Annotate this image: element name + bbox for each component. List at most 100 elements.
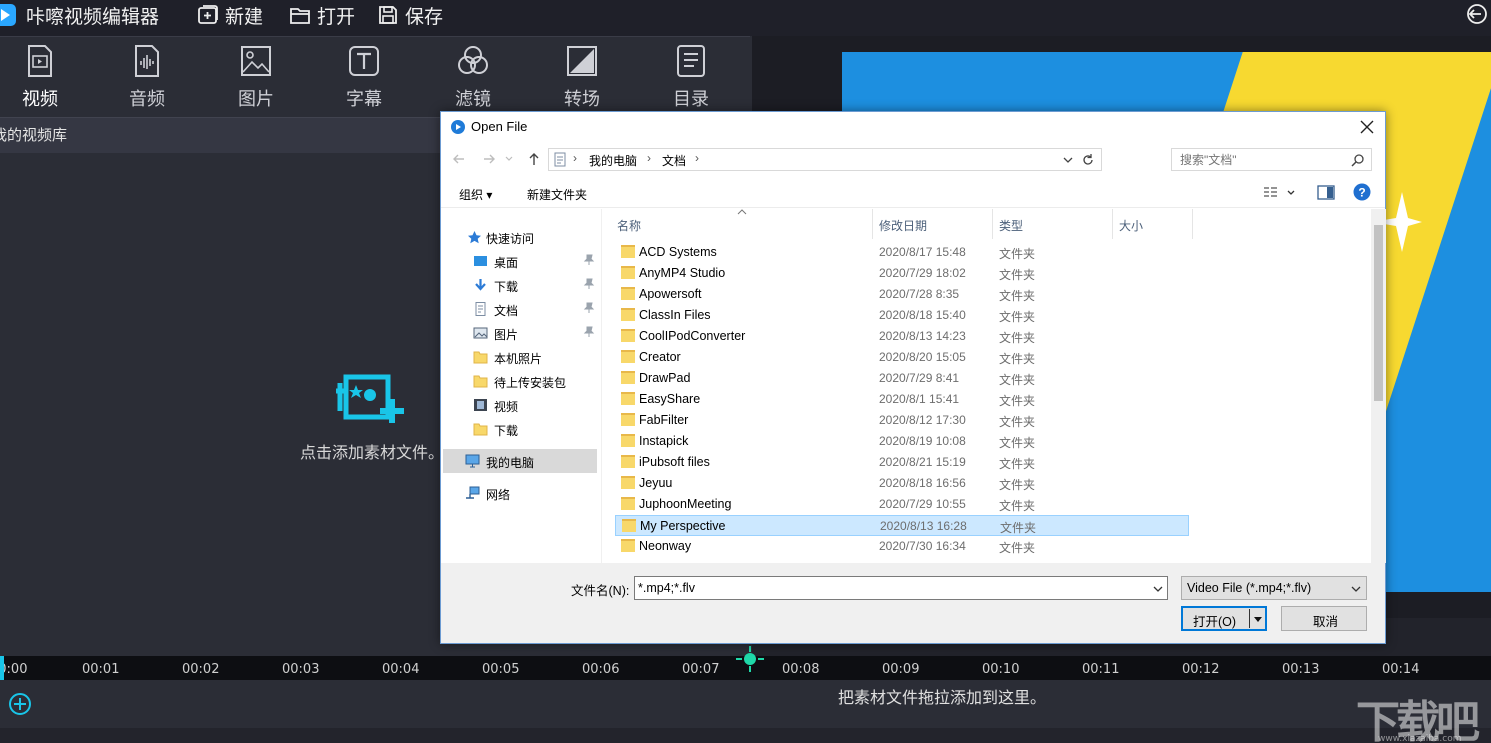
file-date: 2020/8/18 15:40	[879, 308, 966, 322]
file-type: 文件夹	[999, 310, 1036, 324]
file-row[interactable]: iPubsoft files 2020/8/21 15:19 文件夹	[615, 452, 1189, 473]
dialog-title: Open File	[471, 119, 528, 134]
tab-audio[interactable]: 音频	[107, 43, 187, 115]
file-row[interactable]: EasyShare 2020/8/1 15:41 文件夹	[615, 389, 1189, 410]
nav-my-computer[interactable]: 我的电脑	[443, 449, 597, 473]
breadcrumb-separator: ›	[695, 151, 699, 165]
help-icon[interactable]: ?	[1353, 183, 1371, 201]
address-dropdown-chevron-icon[interactable]	[1063, 155, 1073, 165]
column-header-size[interactable]: 大小	[1113, 209, 1193, 239]
new-folder-button[interactable]: 新建文件夹	[527, 186, 587, 203]
nav-downloads-folder[interactable]: 下载	[441, 417, 601, 441]
column-header-name[interactable]: 名称	[611, 209, 873, 239]
open-button[interactable]: 打开(O)	[1181, 606, 1267, 631]
refresh-icon[interactable]	[1081, 153, 1095, 167]
nav-quick-access[interactable]: 快速访问	[441, 225, 601, 249]
close-icon[interactable]	[1357, 117, 1377, 137]
search-field[interactable]	[1171, 148, 1372, 171]
app-title: 咔嚓视频编辑器	[26, 6, 160, 28]
pane-divider[interactable]	[601, 209, 602, 563]
dialog-title-bar[interactable]: Open File	[441, 112, 1385, 142]
file-name: iPubsoft files	[639, 455, 710, 469]
filename-input[interactable]: *.mp4;*.flv	[634, 576, 1168, 600]
view-options-icon[interactable]	[1263, 186, 1295, 200]
folder-icon	[621, 455, 635, 468]
timeline-track[interactable]: 把素材文件拖拉添加到这里。	[0, 680, 1491, 728]
add-media-area[interactable]: 点击添加素材文件。	[292, 373, 452, 463]
back-arrow-icon[interactable]	[451, 151, 467, 167]
file-date: 2020/7/29 18:02	[879, 266, 966, 280]
file-row[interactable]: DrawPad 2020/7/29 8:41 文件夹	[615, 368, 1189, 389]
column-header-modified[interactable]: 修改日期	[873, 209, 993, 239]
file-row[interactable]: JuphoonMeeting 2020/7/29 10:55 文件夹	[615, 494, 1189, 515]
open-project-button[interactable]: 打开	[289, 2, 355, 28]
folder-icon	[621, 245, 635, 258]
tab-video-label: 视频	[22, 89, 58, 110]
nav-desktop[interactable]: 桌面	[441, 249, 601, 273]
file-row-selected[interactable]: My Perspective 2020/8/13 16:28 文件夹	[615, 515, 1189, 536]
tab-filter[interactable]: 滤镜	[433, 43, 513, 115]
file-row[interactable]: CoolIPodConverter 2020/8/13 14:23 文件夹	[615, 326, 1189, 347]
nav-local-photos[interactable]: 本机照片	[441, 345, 601, 369]
file-row[interactable]: ACD Systems 2020/8/17 15:48 文件夹	[615, 242, 1189, 263]
tick-label: 00:04	[382, 662, 420, 677]
organize-menu[interactable]: 组织 ▾	[459, 186, 492, 203]
file-type-select[interactable]: Video File (*.mp4;*.flv)	[1181, 576, 1367, 600]
nav-pictures[interactable]: 图片	[441, 321, 601, 345]
playhead[interactable]	[0, 656, 4, 680]
tab-video[interactable]: 视频	[0, 43, 80, 120]
open-file-dialog: Open File › 我的电脑 › 文档 › 组织 ▾ 新建文件夹 ?	[440, 111, 1386, 644]
column-header-type[interactable]: 类型	[993, 209, 1113, 239]
film-icon	[474, 399, 487, 411]
folder-icon	[473, 423, 488, 436]
cancel-button[interactable]: 取消	[1281, 606, 1367, 631]
file-row[interactable]: Creator 2020/8/20 15:05 文件夹	[615, 347, 1189, 368]
breadcrumb-documents[interactable]: 文档	[662, 152, 686, 169]
add-track-icon[interactable]	[8, 692, 32, 716]
breadcrumb-my-computer[interactable]: 我的电脑	[589, 152, 637, 169]
split-marker-icon[interactable]	[734, 644, 766, 674]
file-row[interactable]: Instapick 2020/8/19 10:08 文件夹	[615, 431, 1189, 452]
file-date: 2020/8/20 15:05	[879, 350, 966, 364]
file-list-scrollbar[interactable]	[1371, 209, 1386, 563]
tab-subtitle-label: 字幕	[346, 89, 382, 110]
nav-network[interactable]: 网络	[441, 481, 601, 505]
pin-icon	[583, 278, 595, 289]
search-input[interactable]	[1172, 149, 1347, 170]
chevron-down-icon[interactable]	[1153, 584, 1163, 594]
tick-label: 00:11	[1082, 662, 1120, 677]
nav-downloads[interactable]: 下载	[441, 273, 601, 297]
add-media-hint: 点击添加素材文件。	[299, 443, 444, 462]
save-project-button[interactable]: 保存	[377, 2, 443, 28]
nav-documents[interactable]: 文档	[441, 297, 601, 321]
tab-catalog[interactable]: 目录	[651, 43, 731, 115]
address-bar[interactable]: › 我的电脑 › 文档 ›	[548, 148, 1102, 171]
file-row[interactable]: Jeyuu 2020/8/18 16:56 文件夹	[615, 473, 1189, 494]
tab-transition[interactable]: 转场	[542, 43, 622, 115]
tab-image[interactable]: 图片	[216, 43, 296, 115]
forward-arrow-icon[interactable]	[481, 151, 497, 167]
file-row[interactable]: Neonway 2020/7/30 16:34 文件夹	[615, 536, 1189, 557]
up-arrow-icon[interactable]	[526, 151, 542, 167]
breadcrumb-separator: ›	[647, 151, 651, 165]
nav-videos[interactable]: 视频	[441, 393, 601, 417]
filename-label: 文件名(N):	[571, 584, 630, 598]
nav-pending-packages[interactable]: 待上传安装包	[441, 369, 601, 393]
preview-pane-icon[interactable]	[1317, 185, 1335, 200]
tab-subtitle[interactable]: 字幕	[324, 43, 404, 115]
recent-locations-chevron-icon[interactable]	[504, 151, 514, 167]
file-row[interactable]: Apowersoft 2020/7/28 8:35 文件夹	[615, 284, 1189, 305]
tick-label: 00:14	[1382, 662, 1420, 677]
file-row[interactable]: ClassIn Files 2020/8/18 15:40 文件夹	[615, 305, 1189, 326]
scrollbar-thumb[interactable]	[1374, 225, 1383, 401]
new-project-button[interactable]: 新建	[197, 2, 263, 28]
dialog-footer: 文件名(N): *.mp4;*.flv Video File (*.mp4;*.…	[441, 563, 1385, 643]
file-row[interactable]: FabFilter 2020/8/12 17:30 文件夹	[615, 410, 1189, 431]
file-date: 2020/8/13 14:23	[879, 329, 966, 343]
file-row[interactable]: AnyMP4 Studio 2020/7/29 18:02 文件夹	[615, 263, 1189, 284]
chevron-down-icon[interactable]	[1253, 614, 1263, 624]
exit-icon[interactable]	[1465, 2, 1489, 26]
open-project-label: 打开	[317, 5, 356, 28]
file-name: Apowersoft	[639, 287, 702, 301]
file-date: 2020/8/19 10:08	[879, 434, 966, 448]
